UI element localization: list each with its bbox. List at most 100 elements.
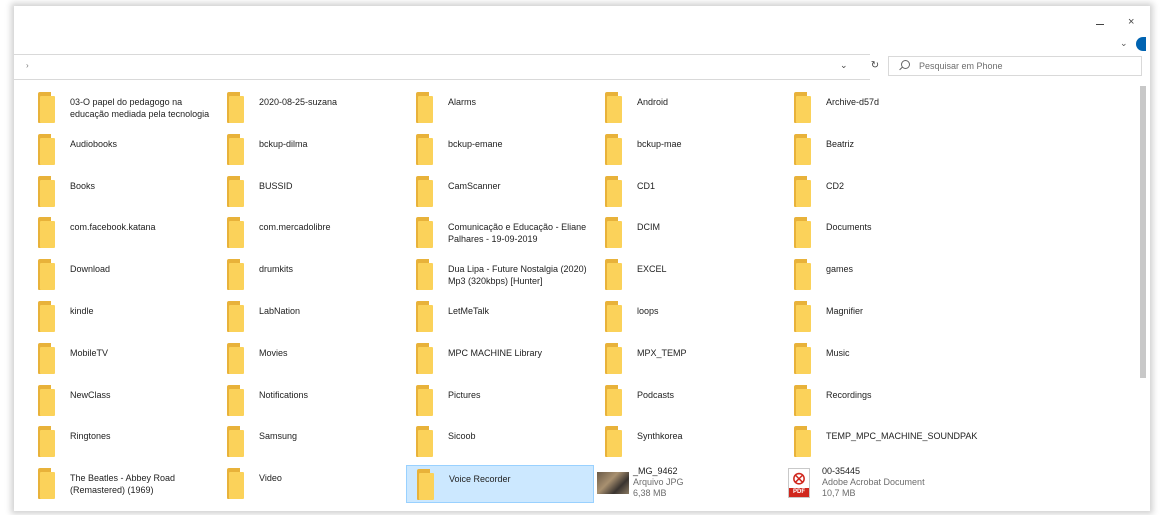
folder-item[interactable]: DCIM [595, 214, 783, 252]
folder-label: Audiobooks [70, 138, 118, 149]
folder-item[interactable]: EXCEL [595, 256, 783, 294]
folder-front-shape [418, 430, 433, 458]
folder-item[interactable]: bckup-emane [406, 131, 594, 169]
folder-item[interactable]: Pictures [406, 382, 594, 420]
folder-item[interactable]: Podcasts [595, 382, 783, 420]
folder-item[interactable]: kindle [28, 298, 216, 336]
folder-front-shape [607, 96, 622, 123]
folder-front-shape [796, 96, 811, 123]
folder-label: Android [637, 97, 669, 107]
folder-icon [794, 301, 811, 332]
folder-item[interactable]: games [784, 256, 972, 294]
folder-front-shape [796, 221, 811, 249]
folder-label: Samsung [259, 431, 298, 442]
close-button[interactable]: × [1128, 16, 1134, 28]
folder-item[interactable]: Books [28, 173, 216, 211]
folder-item[interactable]: Download [28, 256, 216, 294]
minimize-button[interactable] [1096, 24, 1104, 25]
folder-front-shape [607, 179, 622, 207]
folder-icon [227, 133, 244, 165]
folder-item[interactable]: loops [595, 298, 783, 336]
file-type: Adobe Acrobat Document [822, 477, 925, 488]
folder-item[interactable]: LetMeTalk [406, 298, 594, 336]
folder-item[interactable]: MPX_TEMP [595, 340, 783, 378]
folder-item[interactable]: Alarms [406, 89, 594, 127]
folder-item[interactable]: Voice Recorder [406, 465, 594, 504]
folder-item[interactable]: Dua Lipa - Future Nostalgia (2020) Mp3 (… [406, 256, 594, 294]
folder-item[interactable]: Sicoob [406, 423, 594, 461]
address-history-dropdown-icon[interactable]: ⌄ [840, 60, 848, 71]
folder-icon [416, 175, 433, 207]
folder-item[interactable]: TEMP_MPC_MACHINE_SOUNDPAK [784, 423, 978, 461]
folder-label: LabNation [259, 306, 301, 316]
vertical-scrollbar[interactable] [1140, 86, 1146, 378]
folder-item[interactable]: com.facebook.katana [28, 214, 216, 252]
folder-front-shape [229, 263, 244, 291]
folder-item[interactable]: Movies [217, 340, 405, 378]
folder-icon [416, 92, 433, 123]
folder-icon [38, 468, 55, 500]
folder-icon [416, 384, 433, 416]
folder-item[interactable]: MobileTV [28, 340, 216, 378]
folder-item[interactable]: Comunicação e Educação - Eliane Palhares… [406, 214, 594, 252]
folder-grid: 03-O papel do pedagogo na educação media… [14, 84, 1140, 511]
folder-icon [605, 384, 622, 416]
folder-item[interactable]: CamScanner [406, 173, 594, 211]
file-type: Arquivo JPG [633, 477, 684, 488]
folder-item[interactable]: Beatriz [784, 131, 972, 169]
folder-item[interactable]: Samsung [217, 423, 405, 461]
folder-label: TEMP_MPC_MACHINE_SOUNDPAK [826, 431, 978, 442]
folder-item[interactable]: com.mercadolibre [217, 214, 405, 252]
folder-icon [794, 342, 811, 374]
folder-item[interactable]: Audiobooks [28, 131, 216, 169]
folder-item[interactable]: MPC MACHINE Library [406, 340, 594, 378]
help-icon[interactable] [1136, 37, 1146, 51]
folder-item[interactable]: Recordings [784, 382, 972, 420]
refresh-button[interactable]: ↻ [864, 56, 886, 76]
image-file-item[interactable]: _MG_9462 Arquivo JPG 6,38 MB [595, 465, 783, 503]
folder-item[interactable]: Synthkorea [595, 423, 783, 461]
pdf-file-item[interactable]: ⨂ PDF 00-35445 Adobe Acrobat Document 10,7 M… [784, 465, 972, 503]
folder-label: Ringtones [70, 431, 111, 442]
folder-item[interactable]: Android [595, 89, 783, 127]
folder-item[interactable]: drumkits [217, 256, 405, 294]
ribbon-collapse-chevron-icon[interactable]: ⌄ [1120, 38, 1128, 49]
folder-label: kindle [70, 306, 94, 316]
folder-front-shape [40, 96, 55, 123]
folder-item[interactable]: Video [217, 465, 405, 503]
acrobat-symbol-icon: ⨂ [793, 471, 805, 486]
folder-label: Voice Recorder [449, 474, 511, 485]
folder-icon [227, 217, 244, 249]
folder-item[interactable]: NewClass [28, 382, 216, 420]
folder-item[interactable]: 2020-08-25-suzana [217, 89, 405, 127]
folder-item[interactable]: Ringtones [28, 423, 216, 461]
folder-label: Notifications [259, 389, 309, 400]
folder-label: Dua Lipa - Future Nostalgia (2020) Mp3 (… [448, 264, 587, 287]
folder-label: MPC MACHINE Library [448, 347, 543, 358]
folder-item[interactable]: BUSSID [217, 173, 405, 211]
folder-front-shape [418, 388, 433, 416]
folder-item[interactable]: The Beatles - Abbey Road (Remastered) (1… [28, 465, 216, 503]
folder-item[interactable]: bckup-dilma [217, 131, 405, 169]
folder-front-shape [418, 346, 433, 374]
address-bar[interactable]: › ⌄ [14, 54, 870, 80]
address-chevron-icon[interactable]: › [26, 61, 29, 70]
folder-front-shape [607, 388, 622, 416]
folder-item[interactable]: LabNation [217, 298, 405, 336]
folder-item[interactable]: Music [784, 340, 972, 378]
folder-label: Pictures [448, 389, 481, 400]
folder-item[interactable]: 03-O papel do pedagogo na educação media… [28, 89, 216, 127]
folder-item[interactable]: Documents [784, 214, 972, 252]
folder-item[interactable]: Notifications [217, 382, 405, 420]
folder-item[interactable]: bckup-mae [595, 131, 783, 169]
folder-item[interactable]: Magnifier [784, 298, 972, 336]
folder-label: bckup-emane [448, 138, 503, 149]
folder-front-shape [40, 305, 55, 332]
folder-item[interactable]: CD2 [784, 173, 972, 211]
folder-item[interactable]: Archive-d57d [784, 89, 972, 127]
folder-front-shape [40, 430, 55, 458]
search-input[interactable]: Pesquisar em Phone [888, 56, 1142, 76]
folder-front-shape [229, 305, 244, 332]
folder-icon [38, 175, 55, 207]
folder-item[interactable]: CD1 [595, 173, 783, 211]
